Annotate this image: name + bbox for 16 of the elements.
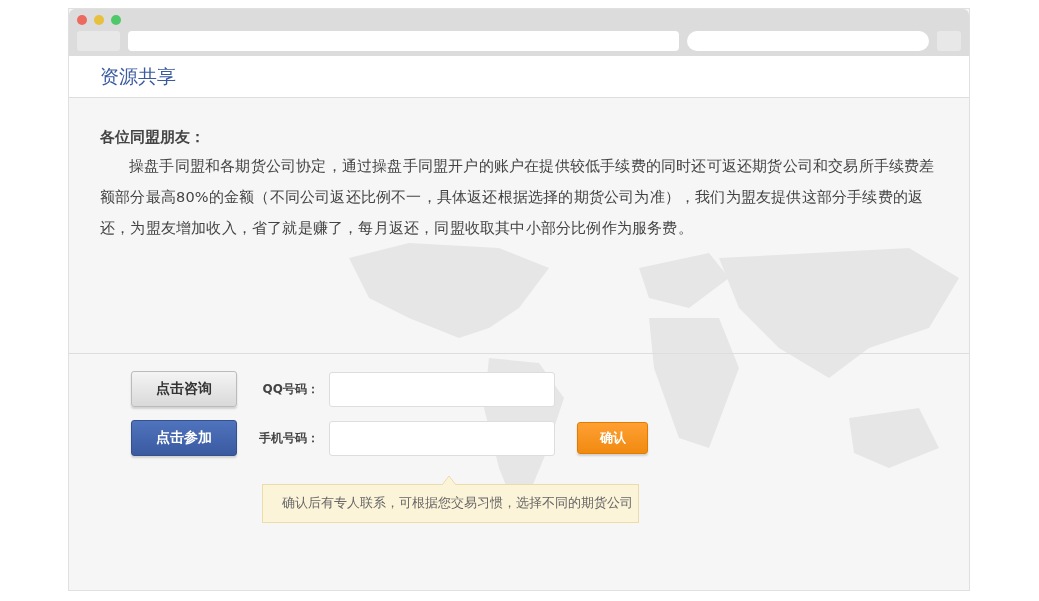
qq-input-field[interactable]: [329, 371, 555, 407]
greeting-text: 各位同盟朋友：: [100, 128, 206, 147]
intro-paragraph: 操盘手同盟和各期货公司协定，通过操盘手同盟开户的账户在提供较低手续费的同时还可返还期货公司和交易所手续费差额部分最高80%的金额（不同公司返还比例不一，具体返还根据选择的期货公司为准），我们为盟友提供这部分手续费的返还，为盟友增加收入，省了就是赚了，每月返还，同盟收取其中小部分比例作为服务费。: [100, 157, 936, 238]
phone-input-field[interactable]: [329, 420, 555, 456]
minimize-dot-icon[interactable]: [94, 15, 104, 25]
tooltip-pointer-icon: [442, 476, 456, 485]
maximize-dot-icon[interactable]: [111, 15, 121, 25]
close-dot-icon[interactable]: [77, 15, 87, 25]
tooltip: 确认后有专人联系，可根据您交易习惯，选择不同的期货公司: [262, 484, 639, 523]
page-title: 资源共享: [100, 63, 176, 89]
address-bar[interactable]: [128, 31, 679, 51]
search-field[interactable]: [687, 31, 929, 51]
join-button[interactable]: 点击参加: [131, 420, 237, 456]
field-label: 手机号码：: [258, 429, 320, 447]
field-label: QQ号码：: [261, 380, 320, 398]
consult-button[interactable]: 点击咨询: [131, 371, 237, 407]
